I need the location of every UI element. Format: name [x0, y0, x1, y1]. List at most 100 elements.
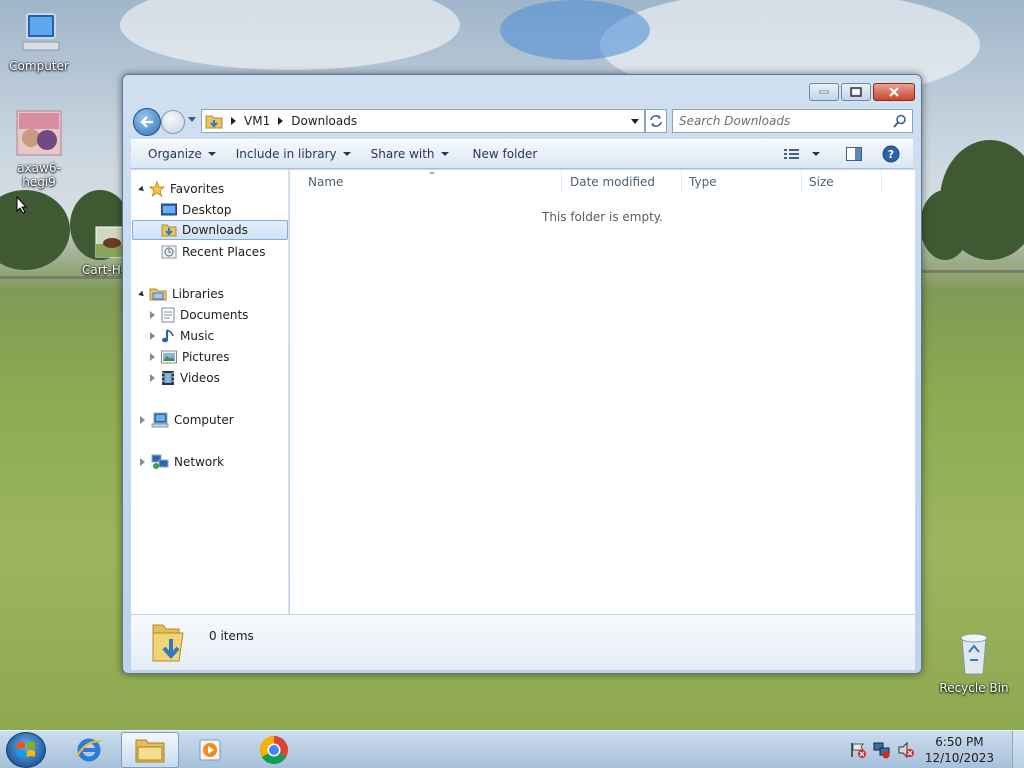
taskbar-media-player[interactable] — [182, 732, 240, 768]
nav-libraries[interactable]: Libraries — [138, 284, 224, 304]
start-button[interactable] — [6, 732, 46, 768]
breadcrumb-separator-icon[interactable] — [231, 117, 236, 125]
nav-videos[interactable]: Videos — [150, 368, 220, 388]
preview-pane-icon — [846, 147, 862, 161]
nav-favorites-label: Favorites — [170, 182, 225, 196]
recent-places-icon — [161, 245, 177, 259]
desktop-icon-label: Recycle Bin — [939, 681, 1009, 695]
item-count: 0 items — [209, 629, 254, 643]
column-header-date-modified[interactable]: Date modified — [562, 170, 682, 194]
search-box[interactable] — [672, 109, 913, 133]
clock-date: 12/10/2023 — [924, 751, 994, 765]
nav-videos-label: Videos — [180, 371, 220, 385]
caption-buttons — [809, 83, 915, 101]
breadcrumb-vm1[interactable]: VM1 — [244, 114, 270, 128]
new-folder-button[interactable]: New folder — [464, 142, 547, 166]
nav-music[interactable]: Music — [150, 326, 214, 346]
desktop-icon-computer[interactable]: Computer — [1, 10, 77, 73]
nav-pictures[interactable]: Pictures — [150, 347, 230, 367]
chevron-down-icon — [342, 152, 351, 156]
search-input[interactable] — [673, 111, 893, 131]
nav-computer-label: Computer — [174, 413, 234, 427]
expand-closed-icon[interactable] — [150, 332, 156, 340]
chrome-icon — [260, 736, 288, 764]
address-bar[interactable]: VM1 Downloads — [201, 109, 645, 133]
network-status-icon[interactable] — [873, 741, 891, 759]
column-name-label: Name — [308, 175, 344, 189]
tree — [0, 190, 70, 270]
nav-pictures-label: Pictures — [182, 350, 230, 364]
share-with-label: Share with — [370, 147, 435, 161]
help-button[interactable]: ? — [873, 142, 909, 166]
show-desktop-button[interactable] — [1012, 731, 1024, 768]
nav-recent-places[interactable]: Recent Places — [161, 242, 265, 262]
desktop-folder-icon — [161, 203, 177, 216]
breadcrumb-separator-icon[interactable] — [278, 117, 284, 125]
column-header-name[interactable]: Name — [290, 170, 562, 194]
file-list[interactable]: Name Date modified Type Size This folder… — [290, 170, 915, 614]
taskbar: 6:50 PM 12/10/2023 — [0, 730, 1024, 768]
empty-folder-message: This folder is empty. — [542, 210, 663, 224]
organize-label: Organize — [148, 147, 202, 161]
expand-open-icon[interactable] — [138, 185, 146, 193]
minimize-button[interactable] — [809, 83, 839, 101]
include-in-library-button[interactable]: Include in library — [227, 142, 360, 166]
chevron-down-icon[interactable] — [812, 152, 820, 156]
change-view-button[interactable] — [775, 142, 829, 166]
nav-recent-places-label: Recent Places — [182, 245, 266, 259]
action-center-flag-icon[interactable] — [849, 741, 867, 759]
expand-closed-icon[interactable] — [150, 374, 156, 382]
column-size-label: Size — [809, 175, 834, 189]
nav-documents-label: Documents — [180, 308, 249, 322]
taskbar-windows-explorer[interactable] — [121, 732, 179, 768]
folder-icon — [135, 739, 165, 763]
close-button[interactable] — [873, 83, 915, 101]
expand-closed-icon[interactable] — [140, 458, 146, 466]
search-icon[interactable] — [893, 114, 907, 128]
expand-open-icon[interactable] — [138, 290, 146, 298]
organize-button[interactable]: Organize — [139, 142, 225, 166]
nav-computer[interactable]: Computer — [140, 410, 234, 430]
explorer-window: VM1 Downloads Organize Include in librar… — [122, 74, 922, 674]
share-with-button[interactable]: Share with — [362, 142, 458, 166]
new-folder-label: New folder — [472, 147, 538, 161]
nav-documents[interactable]: Documents — [150, 305, 249, 325]
navigation-pane: Favorites Desktop Downloads Recent Place… — [131, 170, 289, 614]
volume-muted-icon[interactable] — [897, 741, 915, 759]
chevron-down-icon — [207, 152, 216, 156]
nav-favorites[interactable]: Favorites — [138, 179, 225, 199]
desktop-icon-recycle-bin[interactable]: Recycle Bin — [936, 630, 1012, 695]
sort-ascending-icon — [429, 171, 435, 174]
forward-button[interactable] — [161, 110, 185, 134]
expand-closed-icon[interactable] — [150, 353, 156, 361]
taskbar-chrome[interactable] — [245, 732, 303, 768]
expand-closed-icon[interactable] — [150, 311, 156, 319]
refresh-icon — [650, 115, 662, 127]
preview-pane-button[interactable] — [837, 142, 871, 166]
nav-desktop[interactable]: Desktop — [161, 200, 232, 220]
libraries-icon — [149, 288, 167, 301]
computer-icon — [22, 13, 60, 51]
tree — [920, 190, 970, 260]
expand-closed-icon[interactable] — [140, 416, 146, 424]
nav-network[interactable]: Network — [140, 452, 224, 472]
nav-downloads[interactable]: Downloads — [132, 220, 288, 240]
svg-text:?: ? — [888, 148, 894, 161]
arrow-left-icon — [140, 116, 153, 128]
breadcrumb-downloads[interactable]: Downloads — [291, 114, 357, 128]
recent-pages-dropdown[interactable] — [188, 117, 196, 122]
taskbar-internet-explorer[interactable] — [60, 732, 118, 768]
column-header-type[interactable]: Type — [682, 170, 802, 194]
computer-icon — [151, 412, 169, 428]
desktop-icon-image-file[interactable]: axaw6-hegi9 — [1, 110, 77, 189]
taskbar-clock[interactable]: 6:50 PM 12/10/2023 — [925, 734, 994, 766]
address-dropdown-button[interactable] — [626, 110, 644, 132]
column-header-size[interactable]: Size — [802, 170, 882, 194]
chevron-down-icon — [631, 118, 639, 124]
nav-desktop-label: Desktop — [182, 203, 232, 217]
maximize-button[interactable] — [841, 83, 871, 101]
back-button[interactable] — [133, 108, 161, 136]
refresh-button[interactable] — [645, 109, 667, 133]
chevron-down-icon — [440, 152, 449, 156]
image-file-icon — [16, 110, 62, 156]
